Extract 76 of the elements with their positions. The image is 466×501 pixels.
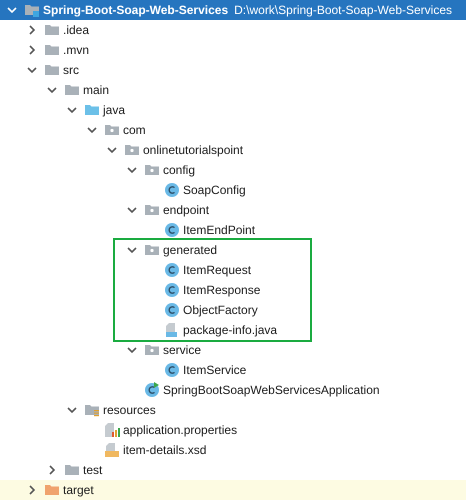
class-icon — [164, 282, 180, 298]
folder-icon — [44, 22, 60, 38]
tree-row[interactable]: endpoint — [0, 200, 466, 220]
item-name: java — [103, 103, 126, 117]
folder-icon — [44, 482, 60, 498]
tree-row[interactable]: onlinetutorialspoint — [0, 140, 466, 160]
package-folder-icon — [144, 342, 160, 358]
file-icon — [164, 322, 180, 338]
package-folder-icon — [124, 142, 140, 158]
item-name: target — [63, 483, 94, 497]
class-icon — [144, 382, 160, 398]
tree-row[interactable]: SpringBootSoapWebServicesApplication — [0, 380, 466, 400]
class-icon — [164, 182, 180, 198]
class-icon — [164, 262, 180, 278]
tree-row[interactable]: package-info.java — [115, 320, 310, 340]
item-name: SpringBootSoapWebServicesApplication — [163, 383, 380, 397]
properties-file-icon — [104, 422, 120, 438]
item-name: package-info.java — [183, 323, 278, 337]
tree-row[interactable]: application.properties — [0, 420, 466, 440]
item-name: item-details.xsd — [123, 443, 206, 457]
package-folder-icon — [104, 122, 120, 138]
package-folder-icon — [144, 202, 160, 218]
item-name: application.properties — [123, 423, 238, 437]
folder-icon — [64, 462, 80, 478]
package-folder-icon — [144, 242, 160, 258]
item-name: service — [163, 343, 202, 357]
tree-row[interactable]: test — [0, 460, 466, 480]
tree-row[interactable]: ItemRequest — [115, 260, 310, 280]
item-name: .idea — [63, 23, 90, 37]
tree-row[interactable]: target — [0, 480, 466, 500]
item-name: com — [123, 123, 146, 137]
class-icon — [164, 302, 180, 318]
tree-row[interactable]: ItemService — [0, 360, 466, 380]
project-path: D:\work\Spring-Boot-Soap-Web-Services — [234, 3, 452, 17]
tree-row[interactable]: ObjectFactory — [115, 300, 310, 320]
item-name: main — [83, 83, 110, 97]
folder-icon — [84, 102, 100, 118]
item-name: .mvn — [63, 43, 90, 57]
resource-folder-icon — [84, 402, 100, 418]
item-name: ObjectFactory — [183, 303, 258, 317]
tree-row[interactable]: generated — [115, 240, 310, 260]
module-folder-icon — [24, 2, 40, 18]
item-name: ItemService — [183, 363, 246, 377]
item-name: generated — [163, 243, 218, 257]
class-icon — [164, 362, 180, 378]
item-name: Spring-Boot-Soap-Web-Services — [43, 3, 228, 17]
folder-icon — [44, 62, 60, 78]
item-name: onlinetutorialspoint — [143, 143, 244, 157]
class-icon — [164, 222, 180, 238]
tree-row[interactable]: Spring-Boot-Soap-Web-Services D:\work\Spring-Boot-Soap-Web-Services — [0, 0, 466, 20]
tree-row[interactable]: ItemEndPoint — [0, 220, 466, 240]
tree-row[interactable]: item-details.xsd — [0, 440, 466, 460]
item-name: config — [163, 163, 196, 177]
package-folder-icon — [144, 162, 160, 178]
tree-row[interactable]: ItemResponse — [115, 280, 310, 300]
tree-row[interactable]: src — [0, 60, 466, 80]
folder-icon — [44, 42, 60, 58]
tree-row[interactable]: .mvn — [0, 40, 466, 60]
item-name: src — [63, 63, 79, 77]
tree-row[interactable]: java — [0, 100, 466, 120]
xsd-file-icon — [104, 442, 120, 458]
tree-row[interactable]: .idea — [0, 20, 466, 40]
item-name: ItemRequest — [183, 263, 252, 277]
item-name: resources — [103, 403, 156, 417]
tree-row[interactable]: main — [0, 80, 466, 100]
tree-row[interactable]: resources — [0, 400, 466, 420]
item-name: SoapConfig — [183, 183, 246, 197]
tree-row[interactable]: SoapConfig — [0, 180, 466, 200]
tree-row[interactable]: config — [0, 160, 466, 180]
item-name: ItemEndPoint — [183, 223, 256, 237]
item-name: test — [83, 463, 102, 477]
tree-row[interactable]: com — [0, 120, 466, 140]
item-name: ItemResponse — [183, 283, 260, 297]
folder-icon — [64, 82, 80, 98]
item-name: endpoint — [163, 203, 210, 217]
tree-row[interactable]: service — [0, 340, 466, 360]
